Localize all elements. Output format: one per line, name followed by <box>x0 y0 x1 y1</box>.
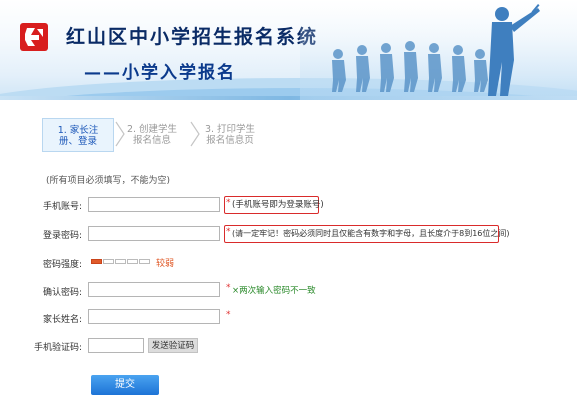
phone-tip: (手机账号即为登录账号) <box>224 196 324 214</box>
step-label: 报名信息 <box>132 135 171 146</box>
step-3-print-info[interactable]: 3. 打印学生 报名信息页 <box>194 118 266 152</box>
strength-segment <box>103 259 114 264</box>
submit-button[interactable]: 提交 <box>91 375 159 395</box>
parent-name-label: 家长姓名: <box>42 315 82 325</box>
sms-code-label: 手机验证码: <box>33 343 82 353</box>
header-banner: 红山区中小学招生报名系统 ——小学入学报名 <box>0 0 577 100</box>
step-label: 1. 家长注 <box>57 125 99 136</box>
required-hint: (所有项目必须填写，不能为空) <box>46 176 171 186</box>
strength-text: 较弱 <box>156 259 175 269</box>
step-label: 2. 创建学生 <box>126 124 178 135</box>
parent-name-input[interactable] <box>88 309 220 324</box>
sms-code-input[interactable] <box>88 338 144 353</box>
step-label: 报名信息页 <box>206 135 254 146</box>
step-label: 册、登录 <box>58 136 97 147</box>
step-label: 3. 打印学生 <box>204 124 256 135</box>
strength-segment <box>91 259 102 264</box>
phone-input[interactable] <box>88 197 220 212</box>
send-code-button[interactable]: 发送验证码 <box>148 338 198 353</box>
strength-segment <box>139 259 150 264</box>
registration-steps: 1. 家长注 册、登录 2. 创建学生 报名信息 3. 打印学生 报名信息页 <box>42 118 282 154</box>
password-label: 登录密码: <box>42 231 82 241</box>
strength-label: 密码强度: <box>42 260 82 270</box>
step-2-create-student[interactable]: 2. 创建学生 报名信息 <box>116 118 188 152</box>
strength-segment <box>115 259 126 264</box>
site-title: 红山区中小学招生报名系统 <box>66 26 319 48</box>
site-subtitle: ——小学入学报名 <box>84 63 236 83</box>
password-tip: (请一定牢记！密码必须同时且仅能含有数字和字母，且长度介于8到16位之间) <box>224 225 510 243</box>
confirm-password-input[interactable] <box>88 282 220 297</box>
red-square-logo-icon <box>20 23 48 51</box>
confirm-label: 确认密码: <box>42 288 82 298</box>
confirm-error: ×两次输入密码不一致 <box>232 286 316 296</box>
running-children-icon <box>300 0 577 100</box>
required-star: * <box>226 283 231 293</box>
phone-label: 手机账号: <box>42 202 82 212</box>
strength-segment <box>127 259 138 264</box>
step-1-parent-register[interactable]: 1. 家长注 册、登录 <box>42 118 114 152</box>
password-input[interactable] <box>88 226 220 241</box>
required-star: * <box>226 310 231 320</box>
